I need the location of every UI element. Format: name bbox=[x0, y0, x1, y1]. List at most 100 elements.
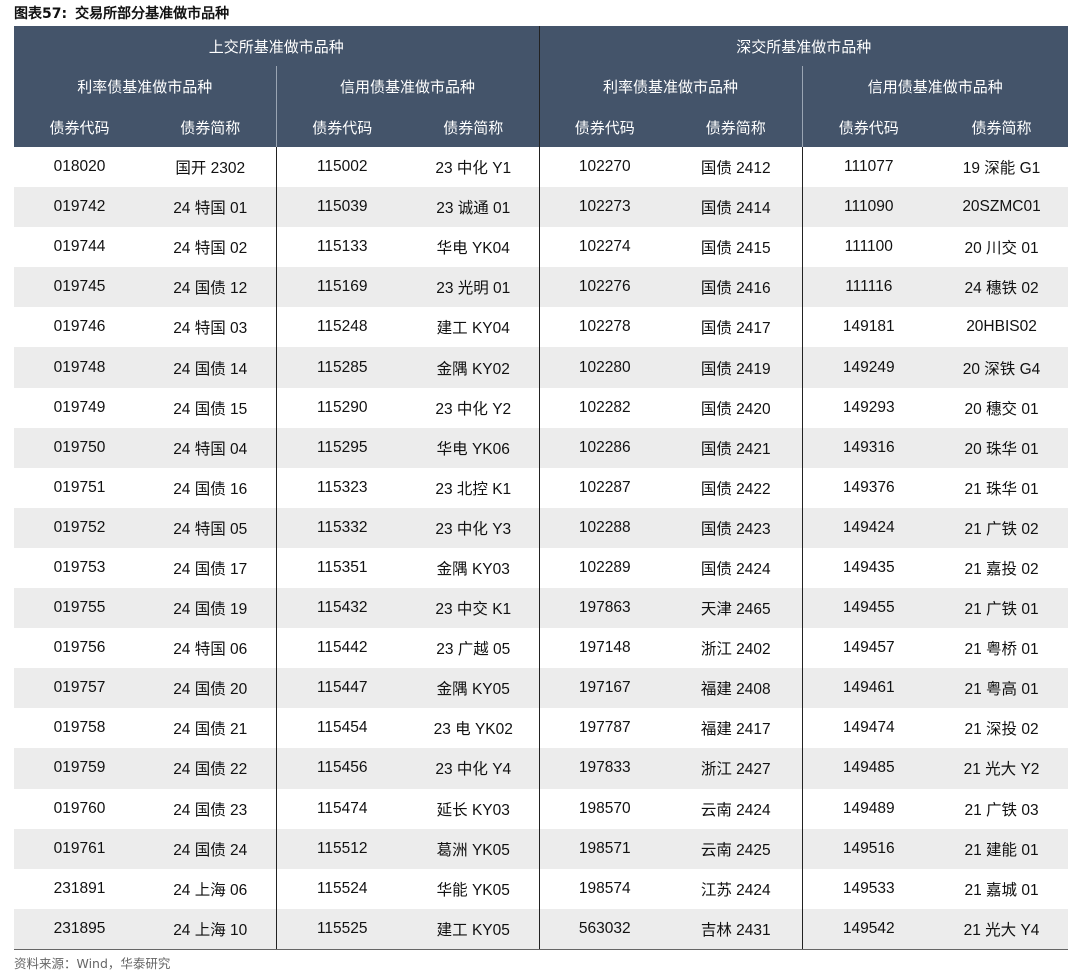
bond-name-cell: 24 国债 24 bbox=[145, 828, 277, 869]
bond-name-cell: 24 国债 12 bbox=[145, 267, 277, 308]
bond-name-cell: 21 广铁 01 bbox=[935, 588, 1069, 629]
table-row: 019745 24 国债 12 115169 23 光明 01 102276 国债 241… bbox=[14, 267, 1069, 308]
bond-name-cell: 20 珠华 01 bbox=[935, 427, 1069, 468]
bond-name-cell: 江苏 2424 bbox=[670, 868, 803, 909]
bond-name-cell: 24 特国 03 bbox=[145, 307, 277, 348]
bond-name-cell: 国债 2415 bbox=[670, 227, 803, 268]
bond-code-cell: 231895 bbox=[14, 908, 145, 950]
bond-code-cell: 198570 bbox=[539, 788, 671, 829]
bond-name-cell: 24 上海 10 bbox=[145, 908, 277, 950]
bond-code-cell: 115512 bbox=[276, 828, 408, 869]
bond-name-cell: 21 建能 01 bbox=[935, 828, 1069, 869]
bond-code-cell: 019750 bbox=[14, 427, 145, 468]
bond-name-cell: 21 广铁 03 bbox=[935, 788, 1069, 829]
bond-name-cell: 21 广铁 02 bbox=[935, 507, 1069, 548]
bond-name-cell: 国债 2416 bbox=[670, 267, 803, 308]
bond-code-cell: 019755 bbox=[14, 588, 145, 629]
bond-name-cell: 金隅 KY03 bbox=[408, 547, 540, 589]
bond-code-cell: 115133 bbox=[276, 227, 408, 268]
figure-title: 图表57: 交易所部分基准做市品种 bbox=[14, 3, 237, 25]
bond-code-cell: 198574 bbox=[539, 868, 671, 909]
bond-code-cell: 149293 bbox=[802, 387, 936, 428]
bond-name-cell: 吉林 2431 bbox=[670, 908, 803, 950]
bond-code-cell: 197148 bbox=[539, 628, 671, 669]
bond-name-cell: 20 穗交 01 bbox=[935, 387, 1069, 428]
bond-name-cell: 24 特国 06 bbox=[145, 628, 277, 669]
group-header-szse-rate: 利率债基准做市品种 bbox=[539, 66, 803, 107]
bond-code-cell: 115474 bbox=[276, 788, 408, 829]
bond-name-cell: 20 深铁 G4 bbox=[935, 347, 1069, 388]
bond-code-cell: 102287 bbox=[539, 467, 671, 508]
bond-name-cell: 21 光大 Y4 bbox=[935, 908, 1069, 950]
bond-name-cell: 24 特国 05 bbox=[145, 507, 277, 548]
figure-caption: 交易所部分基准做市品种 bbox=[75, 6, 230, 22]
bond-code-cell: 149461 bbox=[802, 668, 936, 709]
bond-code-cell: 115169 bbox=[276, 267, 408, 308]
bond-code-cell: 102280 bbox=[539, 347, 671, 388]
bond-name-cell: 国债 2422 bbox=[670, 467, 803, 508]
bond-code-cell: 149457 bbox=[802, 628, 936, 669]
bond-name-cell: 金隅 KY05 bbox=[408, 668, 540, 709]
bond-name-cell: 浙江 2427 bbox=[670, 748, 803, 789]
bond-code-cell: 149249 bbox=[802, 347, 936, 388]
bond-name-cell: 华电 YK06 bbox=[408, 427, 540, 468]
bond-code-cell: 149316 bbox=[802, 427, 936, 468]
bond-code-cell: 115290 bbox=[276, 387, 408, 428]
bond-name-cell: 云南 2424 bbox=[670, 788, 803, 829]
bond-code-cell: 149485 bbox=[802, 748, 936, 789]
bond-code-cell: 115295 bbox=[276, 427, 408, 468]
bond-code-cell: 019745 bbox=[14, 267, 145, 308]
bond-name-cell: 国债 2417 bbox=[670, 307, 803, 348]
column-header: 债券代码 bbox=[539, 107, 671, 147]
table-row: 019753 24 国债 17 115351 金隅 KY03 102289 国债 2424… bbox=[14, 547, 1069, 589]
bond-code-cell: 019752 bbox=[14, 507, 145, 548]
bond-name-cell: 金隅 KY02 bbox=[408, 347, 540, 388]
table-body: 018020 国开 2302 115002 23 中化 Y1 102270 国债 2412… bbox=[14, 147, 1069, 950]
table-header: 上交所基准做市品种 深交所基准做市品种 利率债基准做市品种 信用债基准做市品种 … bbox=[14, 26, 1069, 147]
bond-name-cell: 国债 2421 bbox=[670, 427, 803, 468]
table-row: 019757 24 国债 20 115447 金隅 KY05 197167 福建 2408… bbox=[14, 668, 1069, 709]
table-row: 019758 24 国债 21 115454 23 电 YK02 197787 福建 24… bbox=[14, 708, 1069, 749]
bond-code-cell: 115351 bbox=[276, 547, 408, 589]
bond-code-cell: 115248 bbox=[276, 307, 408, 348]
bond-name-cell: 23 光明 01 bbox=[408, 267, 540, 308]
table-row: 019748 24 国债 14 115285 金隅 KY02 102280 国债 2419… bbox=[14, 347, 1069, 388]
bond-name-cell: 24 国债 17 bbox=[145, 547, 277, 589]
bond-code-cell: 115002 bbox=[276, 147, 408, 188]
bond-name-cell: 20 川交 01 bbox=[935, 227, 1069, 268]
table-row: 231895 24 上海 10 115525 建工 KY05 563032 吉林 2431… bbox=[14, 908, 1069, 950]
bond-code-cell: 019744 bbox=[14, 227, 145, 268]
bond-code-cell: 019742 bbox=[14, 187, 145, 228]
bond-code-cell: 111116 bbox=[802, 267, 936, 308]
bond-name-cell: 24 特国 02 bbox=[145, 227, 277, 268]
bond-name-cell: 延长 KY03 bbox=[408, 788, 540, 829]
bond-name-cell: 福建 2408 bbox=[670, 668, 803, 709]
bond-name-cell: 葛洲 YK05 bbox=[408, 828, 540, 869]
bond-name-cell: 建工 KY05 bbox=[408, 908, 540, 950]
bond-code-cell: 019756 bbox=[14, 628, 145, 669]
column-header: 债券简称 bbox=[408, 107, 540, 147]
source-note: 资料来源：Wind，华泰研究 bbox=[14, 956, 171, 971]
bond-name-cell: 24 国债 14 bbox=[145, 347, 277, 388]
bond-name-cell: 云南 2425 bbox=[670, 828, 803, 869]
bond-code-cell: 018020 bbox=[14, 147, 145, 188]
bond-name-cell: 23 中交 K1 bbox=[408, 588, 540, 629]
bond-code-cell: 111090 bbox=[802, 187, 936, 228]
table-row: 019751 24 国债 16 115323 23 北控 K1 102287 国债 242… bbox=[14, 467, 1069, 508]
table-row: 019755 24 国债 19 115432 23 中交 K1 197863 天津 246… bbox=[14, 588, 1069, 629]
table-row: 019759 24 国债 22 115456 23 中化 Y4 197833 浙江 242… bbox=[14, 748, 1069, 789]
bond-code-cell: 563032 bbox=[539, 908, 671, 950]
table-row: 231891 24 上海 06 115524 华能 YK05 198574 江苏 2424… bbox=[14, 868, 1069, 909]
bond-name-cell: 20HBIS02 bbox=[935, 307, 1069, 348]
bond-code-cell: 149542 bbox=[802, 908, 936, 950]
bond-name-cell: 24 国债 15 bbox=[145, 387, 277, 428]
bond-name-cell: 23 中化 Y1 bbox=[408, 147, 540, 188]
bond-name-cell: 19 深能 G1 bbox=[935, 147, 1069, 188]
bond-code-cell: 102276 bbox=[539, 267, 671, 308]
column-header: 债券简称 bbox=[670, 107, 803, 147]
bond-code-cell: 115285 bbox=[276, 347, 408, 388]
bond-name-cell: 24 国债 16 bbox=[145, 467, 277, 508]
bond-code-cell: 197167 bbox=[539, 668, 671, 709]
bond-name-cell: 23 北控 K1 bbox=[408, 467, 540, 508]
bond-name-cell: 21 珠华 01 bbox=[935, 467, 1069, 508]
